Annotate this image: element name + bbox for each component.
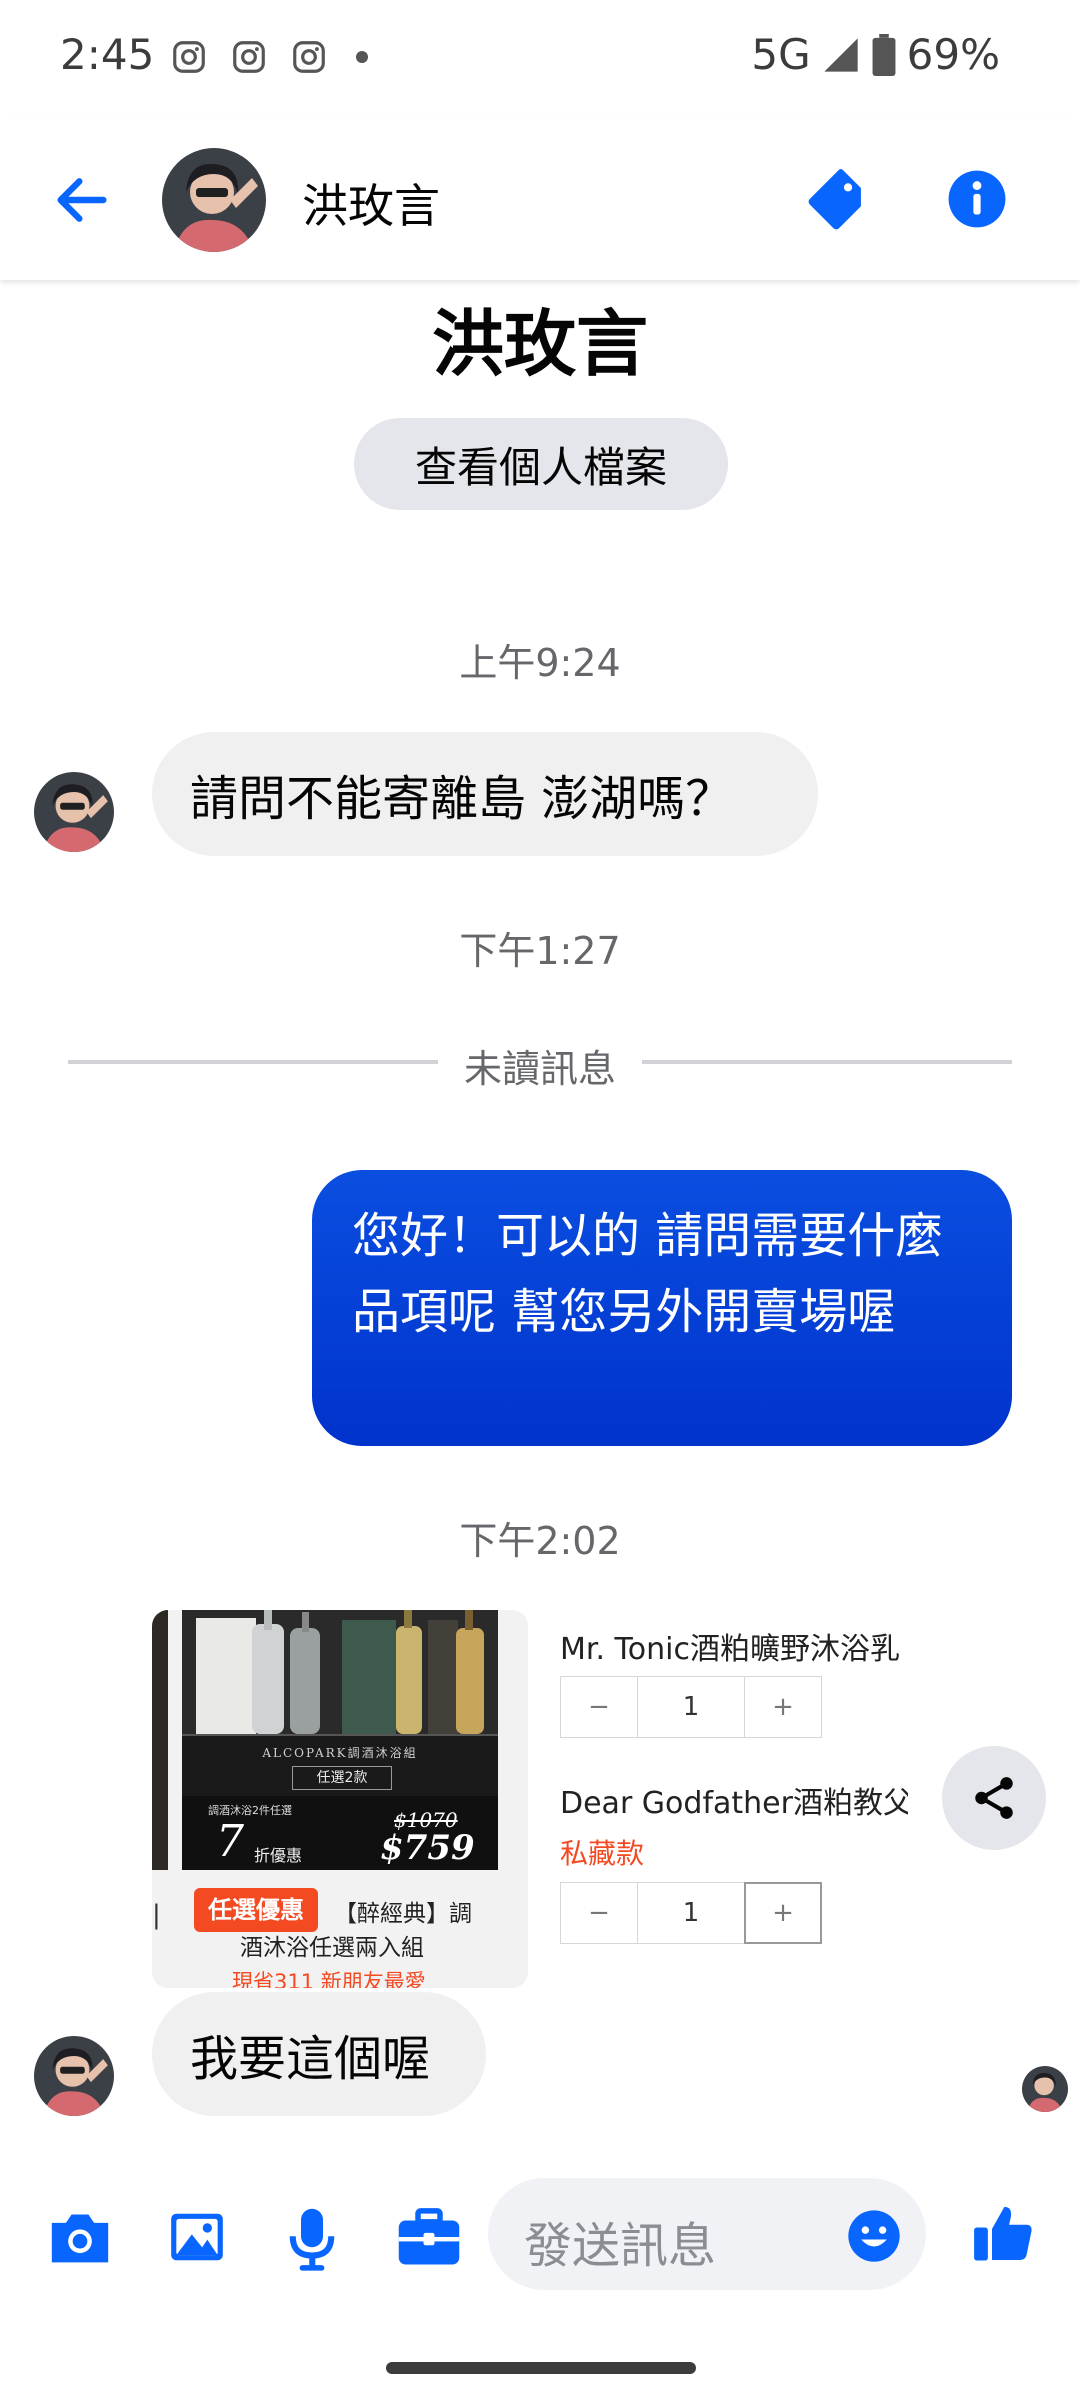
back-button[interactable] [50,168,114,236]
chat-header: 洪玫言 [0,120,1080,280]
card-edge-marker: | [152,1900,161,1930]
timestamp: 下午2:02 [459,1519,621,1563]
gallery-button[interactable] [166,2206,228,2272]
product-option-name[interactable]: Mr. Tonic酒粕曠野沐浴乳 [560,1624,908,1668]
share-icon [975,1777,1013,1819]
message-input-placeholder: 發送訊息 [524,2218,717,2274]
quantity-field[interactable]: 1 [638,1882,744,1944]
seen-avatar [1022,2066,1068,2112]
emoji-button[interactable] [846,2208,902,2268]
info-icon [948,170,1006,228]
sender-avatar[interactable] [34,772,114,852]
card-title-line1: 【醉經典】調 [334,1901,472,1927]
share-button[interactable] [942,1746,1046,1850]
promo-badge: 任選優惠 [194,1888,318,1932]
quantity-stepper[interactable]: − 1 + [560,1676,822,1738]
network-label: 5G [751,30,811,79]
instagram-icon [173,41,205,73]
instagram-icon [293,41,325,73]
image-price: $759 [380,1828,475,1868]
view-profile-button[interactable]: 查看個人檔案 [354,418,728,510]
increment-button[interactable]: + [744,1882,822,1944]
product-image[interactable]: ALCOPARK調酒沐浴組 任選2款 調酒沐浴2件任選 7 折優惠 $1070 … [182,1610,498,1870]
briefcase-icon [398,2208,460,2265]
image-icon [171,2213,223,2261]
product-card[interactable]: ALCOPARK調酒沐浴組 任選2款 調酒沐浴2件任選 7 折優惠 $1070 … [152,1610,528,1988]
card-title-line2: 酒沐浴任選兩入組 [240,1935,424,1961]
status-time: 2:45 [60,30,155,79]
business-tools-button[interactable] [396,2206,462,2272]
emoji-icon [848,2210,900,2262]
unread-divider: 未讀訊息 [68,1038,1012,1091]
tag-button[interactable] [808,168,870,234]
incoming-message[interactable]: 請問不能寄離島 澎湖嗎？ [152,732,818,856]
like-button[interactable] [970,2200,1036,2270]
timestamp: 上午9:24 [459,641,621,685]
thumbs-up-icon [974,2206,1032,2261]
battery-icon [872,33,896,76]
incoming-message[interactable]: 我要這個喔 [152,1992,486,2116]
message-composer: 發送訊息 [0,2160,1080,2310]
quantity-stepper[interactable]: − 1 + [560,1882,822,1944]
message-input[interactable]: 發送訊息 [488,2178,926,2290]
product-option-name[interactable]: Dear Godfather酒粕教父沐浴乳 [560,1778,908,1822]
contact-avatar[interactable] [162,148,266,252]
profile-name: 洪玫言 [431,302,648,386]
image-discount-text: 折優惠 [254,1846,303,1865]
signal-icon [823,37,858,72]
increment-button[interactable]: + [744,1676,822,1738]
notification-icons [170,38,368,76]
unread-label: 未讀訊息 [463,1047,616,1091]
microphone-icon [289,2208,335,2271]
image-brand-text: ALCOPARK調酒沐浴組 [262,1746,418,1760]
dot-icon [356,51,368,63]
decrement-button[interactable]: − [560,1676,638,1738]
sender-avatar[interactable] [34,2036,114,2116]
card-subtitle: 現省311 新朋友最愛 [232,1970,426,1988]
image-discount-number: 7 [216,1816,244,1867]
product-option-tag: 私藏款 [560,1837,645,1870]
camera-button[interactable] [46,2206,114,2272]
voice-button[interactable] [284,2206,340,2276]
timestamp: 下午1:27 [459,929,621,973]
decrement-button[interactable]: − [560,1882,638,1944]
tag-icon [808,169,861,230]
back-arrow-icon [57,178,107,222]
instagram-icon [233,41,265,73]
contact-name[interactable]: 洪玫言 [302,170,440,236]
prev-card-edge [152,1610,168,1870]
quantity-field[interactable]: 1 [638,1676,744,1738]
home-indicator[interactable] [386,2362,696,2374]
image-choose-text: 任選2款 [292,1766,392,1790]
battery-percent: 69% [906,30,1000,79]
outgoing-message[interactable]: 您好！可以的 請問需要什麼品項呢 幫您另外開賣場喔 [312,1170,1012,1446]
camera-icon [51,2214,109,2263]
status-bar: 2:45 5G 69% [0,0,1080,120]
status-right: 5G 69% [751,30,1000,79]
info-button[interactable] [946,168,1008,234]
